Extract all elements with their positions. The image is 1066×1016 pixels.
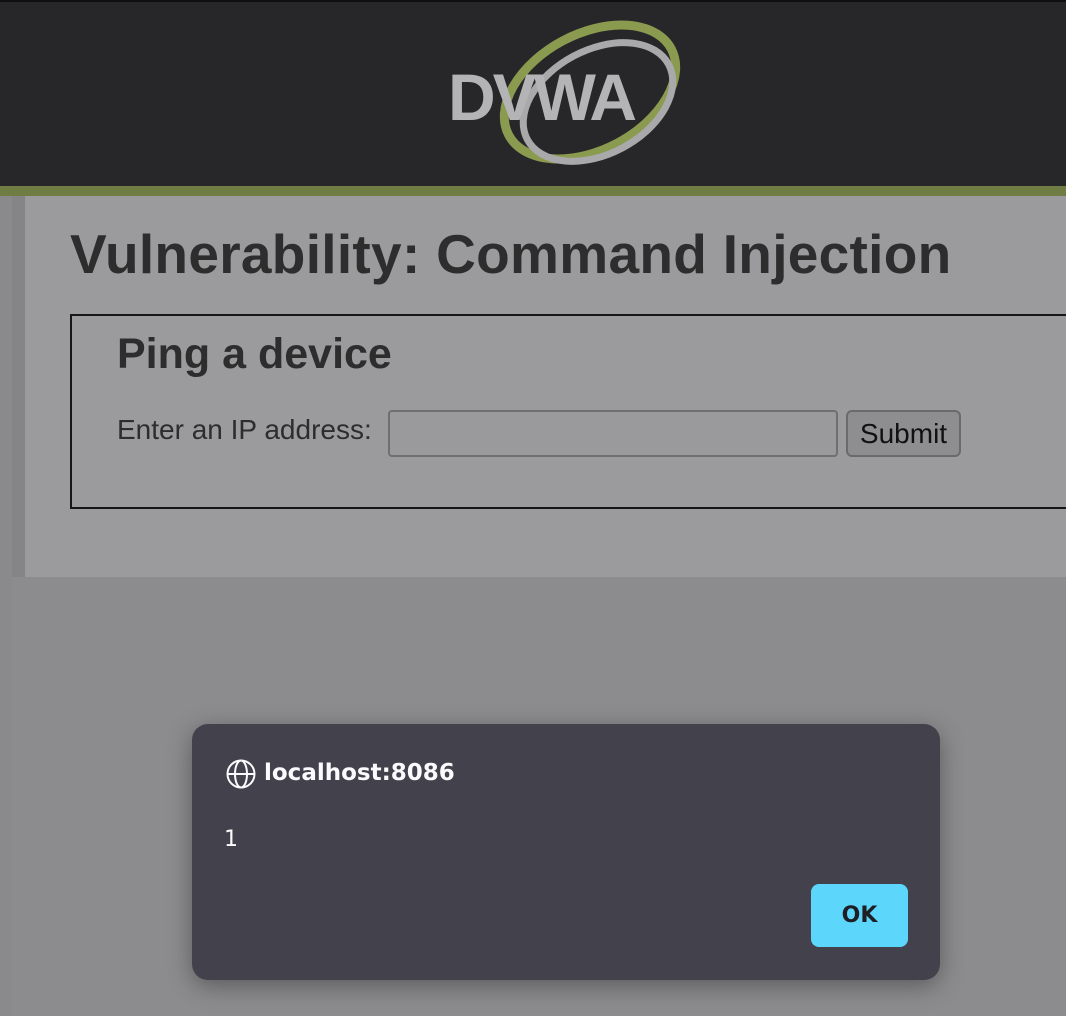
svg-text:DVWA: DVWA — [448, 60, 635, 134]
dvwa-logo: DVWA — [448, 20, 681, 165]
ip-address-label: Enter an IP address: — [117, 414, 372, 445]
globe-icon — [226, 759, 256, 789]
left-nav-edge — [12, 196, 25, 577]
submit-button[interactable]: Submit — [846, 410, 961, 457]
site-header: DVWA — [0, 0, 1066, 186]
header-accent-bar — [0, 186, 1066, 196]
dialog-message: 1 — [224, 827, 238, 852]
dialog-origin: localhost:8086 — [264, 760, 455, 786]
page-title: Vulnerability: Command Injection — [70, 223, 952, 285]
ip-address-input[interactable] — [388, 410, 838, 457]
alert-dialog: localhost:8086 1 OK — [192, 724, 940, 980]
ok-button[interactable]: OK — [811, 884, 908, 947]
left-margin — [0, 196, 12, 1016]
section-title: Ping a device — [117, 330, 392, 378]
